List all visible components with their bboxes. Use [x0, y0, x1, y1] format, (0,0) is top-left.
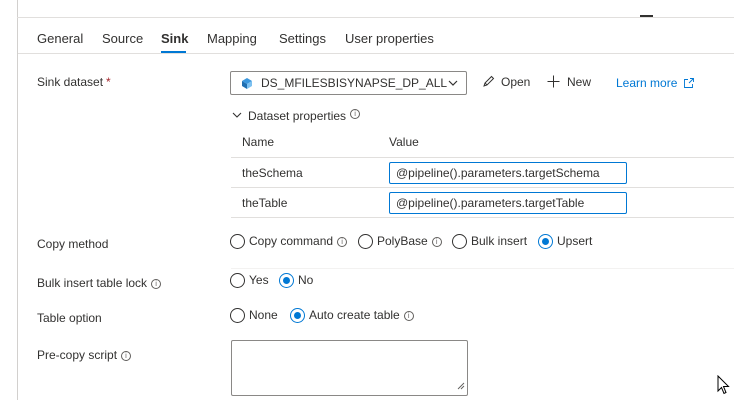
radio-lock-no[interactable]: No	[279, 273, 319, 289]
pre-copy-script-label-text: Pre-copy script	[37, 348, 118, 362]
top-panel-edge	[17, 0, 734, 18]
radio-label: Yes	[249, 273, 269, 287]
bulk-insert-lock-label-text: Bulk insert table lock	[37, 276, 148, 290]
plus-icon	[547, 75, 560, 91]
row-divider	[231, 187, 734, 188]
radio-upsert[interactable]: Upsert	[538, 234, 598, 250]
radio-label: None	[249, 308, 278, 322]
panel-left-border	[17, 0, 18, 400]
tab-settings[interactable]: Settings	[279, 31, 326, 46]
new-label: New	[567, 75, 592, 89]
radio-bulk-insert[interactable]: Bulk insert	[452, 234, 532, 250]
info-icon[interactable]: i	[350, 109, 361, 119]
sink-dataset-value: DS_MFILESBISYNAPSE_DP_ALL	[261, 76, 448, 90]
chevron-down-icon	[232, 108, 242, 122]
mouse-pointer-icon	[717, 374, 730, 398]
radio-polybase[interactable]: PolyBase i	[358, 234, 443, 250]
property-value-input[interactable]: @pipeline().parameters.targetSchema	[389, 162, 627, 184]
tab-general[interactable]: General	[37, 31, 83, 46]
radio-lock-yes[interactable]: Yes	[230, 273, 270, 289]
info-icon[interactable]: i	[337, 237, 348, 247]
radio-circle	[452, 234, 467, 249]
info-icon[interactable]: i	[431, 237, 442, 247]
radio-circle	[538, 234, 553, 249]
radio-circle	[230, 234, 245, 249]
radio-circle	[230, 308, 245, 323]
sink-dataset-label: Sink dataset *	[37, 75, 111, 89]
sink-dataset-dropdown[interactable]: DS_MFILESBISYNAPSE_DP_ALL	[230, 71, 467, 95]
resize-grip-icon[interactable]	[457, 379, 465, 393]
chevron-down-icon	[448, 77, 458, 91]
radio-copy-command[interactable]: Copy command i	[230, 234, 350, 250]
tab-sink[interactable]: Sink	[161, 31, 188, 46]
tab-mapping[interactable]: Mapping	[207, 31, 257, 46]
sink-dataset-label-text: Sink dataset	[37, 75, 104, 89]
radio-circle	[230, 273, 245, 288]
radio-label: Copy command	[249, 234, 334, 248]
radio-circle	[290, 308, 305, 323]
property-name: theSchema	[242, 166, 303, 180]
radio-label: No	[298, 273, 314, 287]
radio-table-none[interactable]: None	[230, 308, 280, 324]
tabs-divider	[18, 53, 734, 54]
dataset-properties-label: Dataset properties	[248, 109, 347, 123]
tab-user-properties[interactable]: User properties	[345, 31, 434, 46]
row-divider	[231, 217, 734, 218]
external-link-icon	[683, 77, 694, 91]
minimize-icon[interactable]	[640, 15, 653, 17]
required-mark: *	[106, 75, 111, 89]
open-dataset-button[interactable]: Open	[482, 75, 530, 91]
info-icon[interactable]: i	[403, 311, 414, 321]
radio-circle	[358, 234, 373, 249]
header-divider	[231, 157, 734, 158]
property-value-input[interactable]: @pipeline().parameters.targetTable	[389, 192, 627, 214]
column-header-value: Value	[389, 135, 419, 149]
radio-auto-create-table[interactable]: Auto create table i	[290, 308, 420, 324]
info-icon[interactable]: i	[121, 351, 132, 361]
radio-label: Auto create table	[309, 308, 400, 322]
radio-label: PolyBase	[377, 234, 428, 248]
database-icon	[241, 78, 253, 92]
info-icon[interactable]: i	[151, 279, 162, 289]
copy-method-label: Copy method	[37, 237, 109, 251]
column-header-name: Name	[242, 135, 275, 149]
radio-label: Upsert	[557, 234, 593, 248]
pre-copy-script-label: Pre-copy script i	[37, 348, 132, 362]
open-label: Open	[501, 75, 531, 89]
property-name: theTable	[242, 196, 288, 210]
section-divider	[231, 268, 734, 269]
bulk-insert-lock-label: Bulk insert table lock i	[37, 276, 162, 290]
dataset-properties-toggle[interactable]: Dataset properties i	[232, 108, 361, 123]
table-option-label: Table option	[37, 311, 102, 325]
radio-label: Bulk insert	[471, 234, 528, 248]
pre-copy-script-input[interactable]	[231, 340, 468, 396]
tab-source[interactable]: Source	[102, 31, 143, 46]
new-dataset-button[interactable]: New	[547, 75, 591, 91]
learn-more-text: Learn more	[616, 76, 678, 90]
learn-more-link[interactable]: Learn more	[616, 76, 694, 91]
radio-circle	[279, 273, 294, 288]
pencil-icon	[482, 75, 495, 91]
